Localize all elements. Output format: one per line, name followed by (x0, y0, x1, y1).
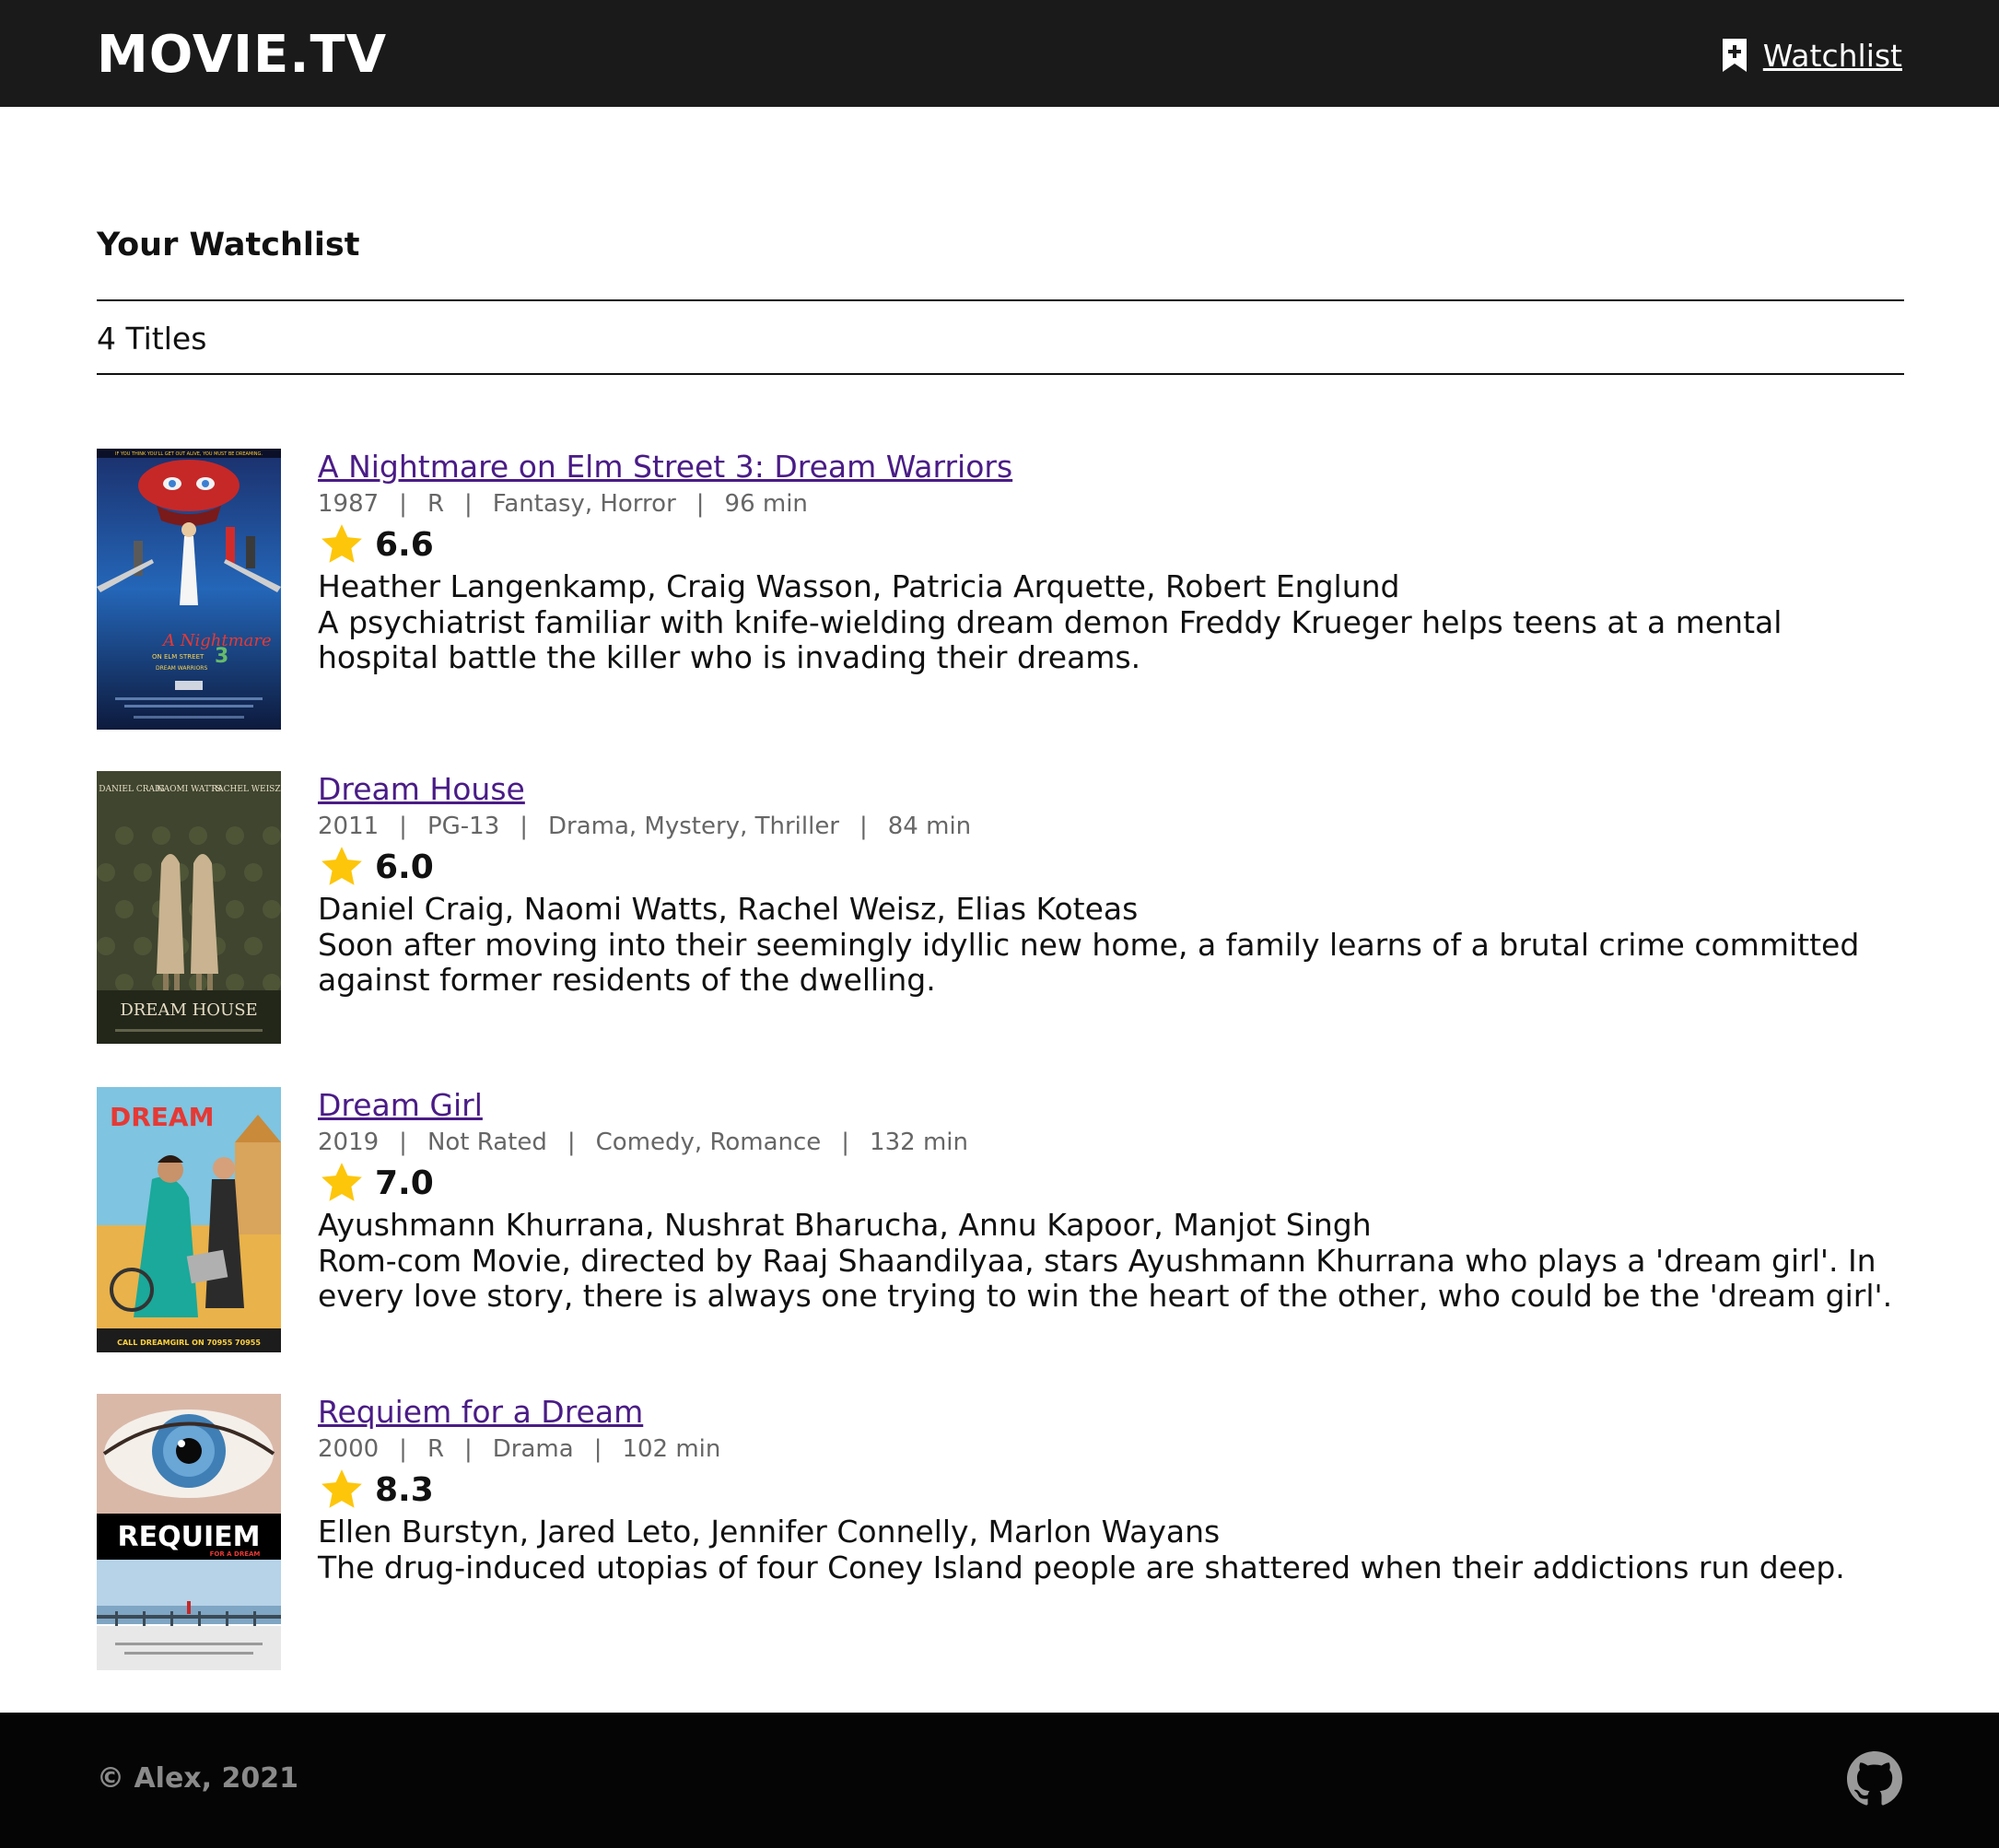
movie-genres: Fantasy, Horror (492, 490, 676, 518)
movie-title-link[interactable]: A Nightmare on Elm Street 3: Dream Warri… (318, 449, 1902, 485)
movie-poster[interactable]: REQUIEM FOR A DREAM (97, 1394, 281, 1670)
svg-text:3: 3 (215, 645, 228, 668)
svg-text:DANIEL CRAIG: DANIEL CRAIG (99, 785, 164, 794)
bookmark-plus-icon (1722, 39, 1747, 72)
movie-poster[interactable]: IF YOU THINK YOU'LL GET OUT ALIVE, YOU M… (97, 449, 281, 730)
movie-rating-label: R (427, 1435, 445, 1463)
movie-genres: Drama, Mystery, Thriller (548, 813, 839, 840)
svg-text:ON ELM STREET: ON ELM STREET (152, 653, 205, 661)
svg-text:RACHEL WEISZ: RACHEL WEISZ (211, 785, 280, 794)
star-icon (321, 524, 362, 563)
movie-title-link[interactable]: Dream Girl (318, 1087, 1902, 1124)
movie-plot: A psychiatrist familiar with knife-wield… (318, 604, 1783, 675)
movie-plot: The drug-induced utopias of four Coney I… (318, 1550, 1845, 1585)
movie-info: Dream House 2011 | PG-13 | Drama, Mystery, T… (318, 771, 1902, 998)
movie-title-link[interactable]: Dream House (318, 771, 1902, 808)
poster-requiem-image: REQUIEM FOR A DREAM (97, 1394, 281, 1670)
poster-dream-girl-image: DREAM CALL DREAMGIRL ON 70955 70955 (97, 1087, 281, 1352)
movie-year: 2011 (318, 813, 380, 840)
movie-score: 8.3 (318, 1468, 1902, 1512)
movie-score-value: 7.0 (375, 1164, 434, 1202)
movie-plot: Soon after moving into their seemingly i… (318, 927, 1860, 998)
star-icon (321, 1469, 362, 1508)
movie-year: 2000 (318, 1435, 380, 1463)
svg-text:DREAM WARRIORS: DREAM WARRIORS (156, 665, 207, 672)
movie-runtime: 132 min (870, 1129, 968, 1156)
page-title: Your Watchlist (97, 227, 360, 263)
movie-poster[interactable]: DANIEL CRAIG NAOMI WATTS RACHEL WEISZ DR… (97, 771, 281, 1044)
svg-text:CALL DREAMGIRL ON 70955 70955: CALL DREAMGIRL ON 70955 70955 (117, 1339, 261, 1347)
movie-meta: 1987 | R | Fantasy, Horror | 96 min (318, 490, 808, 518)
movie-rating-label: R (427, 490, 445, 518)
svg-text:IF YOU THINK YOU'LL GET OUT AL: IF YOU THINK YOU'LL GET OUT ALIVE, YOU M… (115, 451, 263, 457)
watchlist-nav-link[interactable]: Watchlist (1721, 37, 1902, 74)
movie-runtime: 96 min (724, 490, 808, 518)
movie-year: 2019 (318, 1129, 380, 1156)
movie-cast: Ayushmann Khurrana, Nushrat Bharucha, An… (318, 1207, 1372, 1243)
svg-text:DREAM HOUSE: DREAM HOUSE (120, 1000, 257, 1020)
movie-info: Requiem for a Dream 2000 | R | Drama | 102 min… (318, 1394, 1902, 1585)
svg-text:DREAM: DREAM (110, 1102, 214, 1132)
divider-top (97, 299, 1904, 301)
movie-title-link[interactable]: Requiem for a Dream (318, 1394, 1902, 1431)
movie-cast: Heather Langenkamp, Craig Wasson, Patric… (318, 568, 1400, 604)
movie-genres: Comedy, Romance (595, 1129, 822, 1156)
github-link[interactable] (1847, 1751, 1902, 1807)
divider-bottom (97, 373, 1904, 375)
movie-info: Dream Girl 2019 | Not Rated | Comedy, Romanc… (318, 1087, 1902, 1314)
svg-text:REQUIEM: REQUIEM (118, 1521, 261, 1553)
movie-score-value: 6.0 (375, 848, 434, 886)
watchlist-nav-label: Watchlist (1762, 37, 1902, 74)
titles-count: 4 Titles (97, 321, 207, 357)
movie-rating-label: PG-13 (427, 813, 500, 840)
movie-rating-label: Not Rated (427, 1129, 547, 1156)
top-navbar: MOVIE.TV Watchlist (0, 0, 1999, 107)
movie-plot: Rom-com Movie, directed by Raaj Shaandil… (318, 1243, 1893, 1314)
movie-runtime: 102 min (622, 1435, 721, 1463)
movie-meta: 2011 | PG-13 | Drama, Mystery, Thriller | 84 m… (318, 813, 972, 840)
movie-poster[interactable]: DREAM CALL DREAMGIRL ON 70955 70955 (97, 1087, 281, 1352)
movie-score-value: 6.6 (375, 525, 434, 564)
movie-score: 6.0 (318, 845, 1902, 889)
movie-score: 6.6 (318, 522, 1902, 567)
movie-info: A Nightmare on Elm Street 3: Dream Warri… (318, 449, 1902, 675)
movie-cast: Ellen Burstyn, Jared Leto, Jennifer Conn… (318, 1514, 1221, 1550)
movie-score: 7.0 (318, 1161, 1902, 1205)
poster-nightmare-image: IF YOU THINK YOU'LL GET OUT ALIVE, YOU M… (97, 449, 281, 730)
movie-runtime: 84 min (887, 813, 972, 840)
movie-meta: 2000 | R | Drama | 102 min (318, 1435, 721, 1463)
brand-logo-link[interactable]: MOVIE.TV (97, 26, 387, 85)
star-icon (321, 1163, 362, 1201)
movie-year: 1987 (318, 490, 380, 518)
svg-text:FOR A DREAM: FOR A DREAM (210, 1550, 261, 1558)
movie-cast: Daniel Craig, Naomi Watts, Rachel Weisz,… (318, 891, 1139, 927)
page-footer: © Alex, 2021 (0, 1713, 1999, 1848)
github-icon (1847, 1751, 1902, 1806)
movie-meta: 2019 | Not Rated | Comedy, Romance | 132 min (318, 1129, 968, 1156)
poster-dream-house-image: DANIEL CRAIG NAOMI WATTS RACHEL WEISZ DR… (97, 771, 281, 1044)
copyright-text: © Alex, 2021 (97, 1762, 298, 1795)
movie-genres: Drama (492, 1435, 574, 1463)
movie-score-value: 8.3 (375, 1470, 434, 1509)
star-icon (321, 847, 362, 885)
